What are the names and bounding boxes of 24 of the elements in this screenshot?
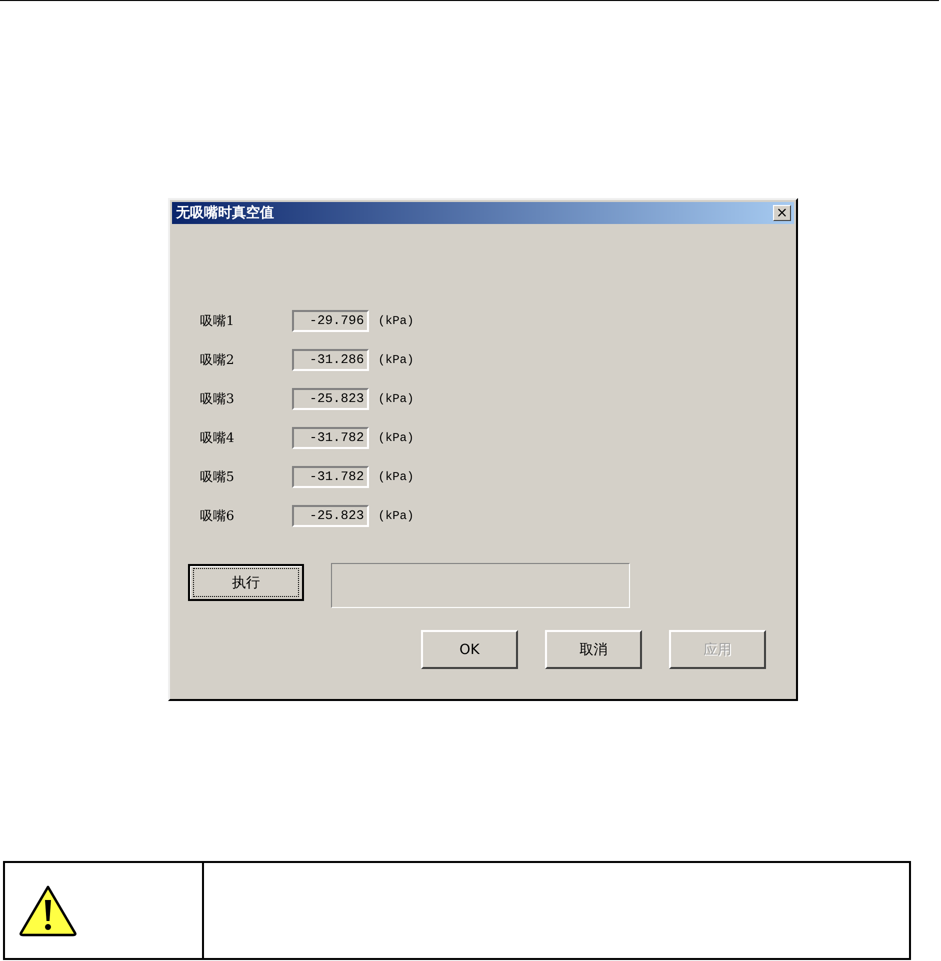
execute-button[interactable]: 执行: [188, 564, 304, 601]
nozzle-label: 吸嘴2: [200, 352, 236, 369]
value-field: -31.782: [292, 466, 369, 488]
close-button[interactable]: ×: [773, 205, 791, 221]
nozzle-label: 吸嘴6: [200, 508, 236, 525]
unit-label: (kPa): [378, 314, 414, 328]
unit-label: (kPa): [378, 470, 414, 484]
value-field: -25.823: [292, 505, 369, 527]
unit-label: (kPa): [378, 509, 414, 523]
value-field: -25.823: [292, 388, 369, 410]
dialog-button[interactable]: OK: [421, 630, 518, 669]
value-field: -29.796: [292, 310, 369, 332]
unit-label: (kPa): [378, 353, 414, 367]
unit-label: (kPa): [378, 392, 414, 406]
nozzle-label: 吸嘴3: [200, 391, 236, 408]
nozzle-label: 吸嘴1: [200, 313, 236, 330]
window-title: 无吸嘴时真空值: [176, 204, 274, 222]
dialog-button[interactable]: 取消: [545, 630, 642, 669]
nozzle-label: 吸嘴4: [200, 430, 236, 447]
value-field: -31.286: [292, 349, 369, 371]
value-field: -31.782: [292, 427, 369, 449]
nozzle-label: 吸嘴5: [200, 469, 236, 486]
unit-label: (kPa): [378, 431, 414, 445]
warning-icon: [19, 884, 77, 936]
